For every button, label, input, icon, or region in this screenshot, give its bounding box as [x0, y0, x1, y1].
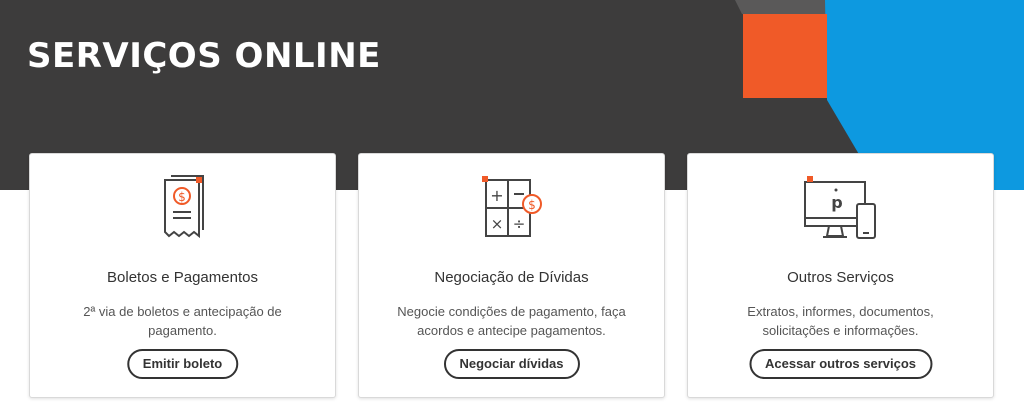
- card-title: Boletos e Pagamentos: [107, 269, 258, 286]
- svg-text:+: +: [490, 186, 503, 205]
- svg-text:÷: ÷: [512, 215, 525, 233]
- card-description: 2ª via de boletos e antecipação de pagam…: [83, 304, 282, 338]
- card-title: Negociação de Dívidas: [434, 269, 589, 286]
- card-description: Extratos, informes, documentos, solicita…: [747, 304, 934, 338]
- monitor-phone-icon: p: [803, 176, 876, 239]
- emitir-boleto-button[interactable]: Emitir boleto: [126, 349, 239, 379]
- card-negociacao: + × ÷ $ Negociação de Dívidas Negocie co…: [358, 153, 665, 398]
- acessar-outros-servicos-button[interactable]: Acessar outros serviços: [748, 349, 933, 379]
- receipt-dollar-icon: $: [163, 175, 204, 239]
- page-title: SERVIÇOS ONLINE: [27, 36, 381, 76]
- services-cards: $ Boletos e Pagamentos 2ª via de boletos…: [29, 153, 996, 400]
- card-title: Outros Serviços: [787, 269, 894, 286]
- card-boletos: $ Boletos e Pagamentos 2ª via de boletos…: [29, 153, 336, 398]
- negociar-dividas-button[interactable]: Negociar dívidas: [443, 349, 580, 379]
- svg-text:$: $: [178, 190, 186, 204]
- card-outros: p Outros Serviços Extratos, informes, do…: [687, 153, 994, 398]
- svg-text:p: p: [831, 193, 842, 212]
- calculator-dollar-icon: + × ÷ $: [481, 176, 542, 237]
- svg-text:×: ×: [490, 215, 503, 233]
- svg-text:$: $: [528, 198, 536, 212]
- card-description: Negocie condições de pagamento, faça aco…: [397, 304, 626, 338]
